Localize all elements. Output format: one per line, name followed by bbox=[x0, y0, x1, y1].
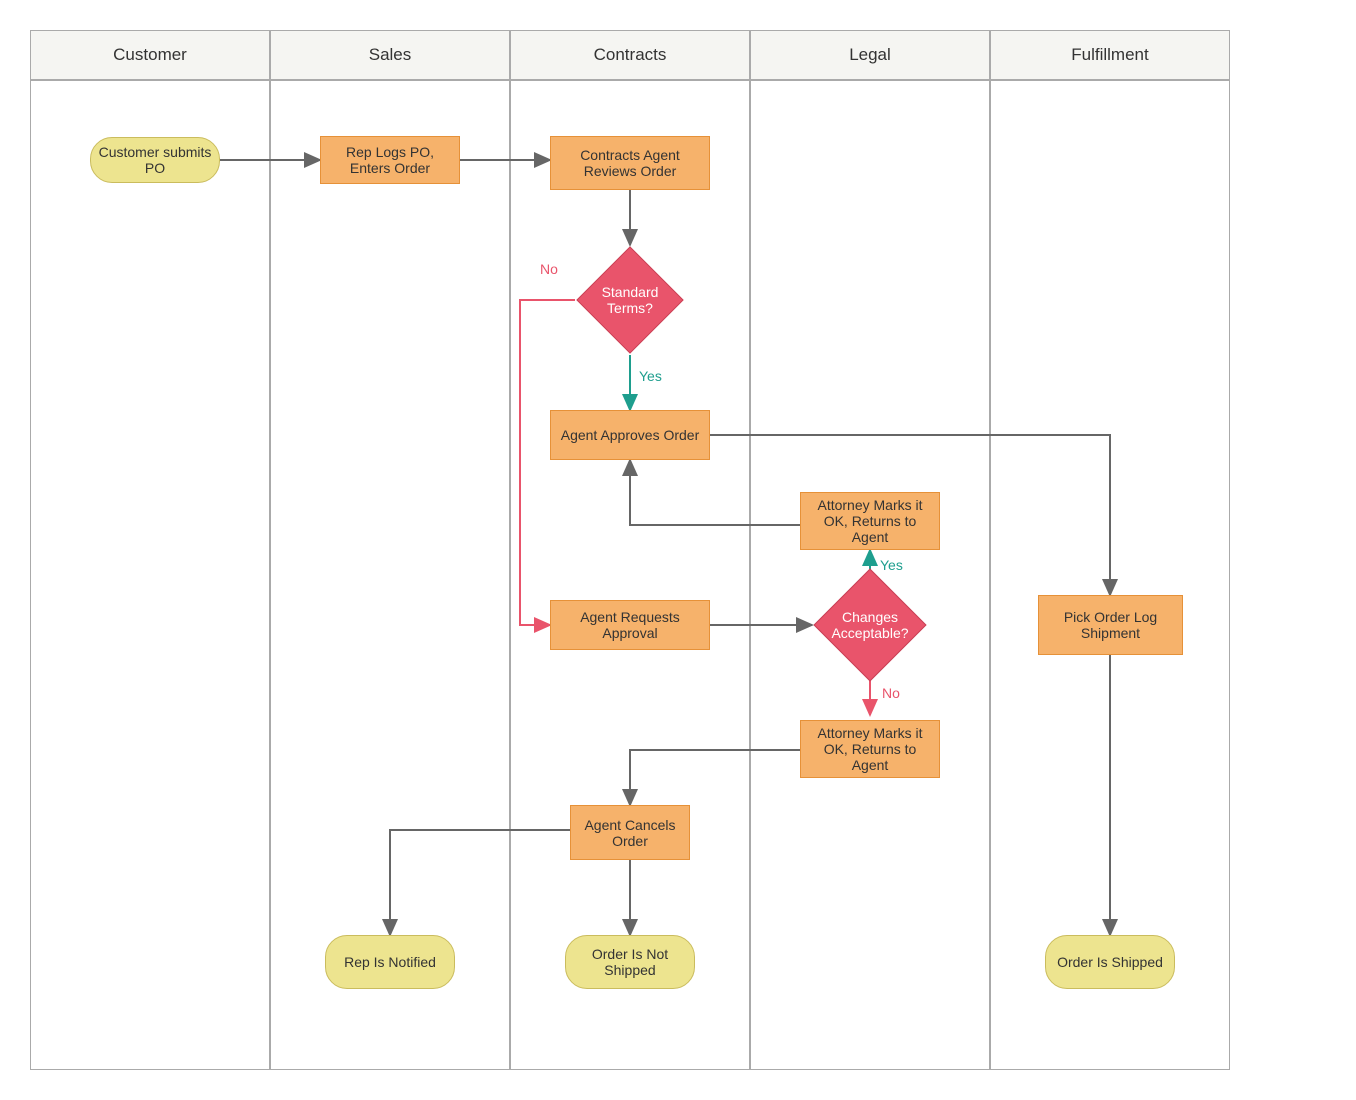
lane-header-label: Customer bbox=[113, 45, 187, 65]
node-label: Customer submits PO bbox=[97, 144, 213, 176]
node-agent-approves: Agent Approves Order bbox=[550, 410, 710, 460]
lane-header-sales: Sales bbox=[270, 30, 510, 80]
edge-label-no-changes: No bbox=[882, 685, 900, 701]
node-label: Changes Acceptable? bbox=[830, 609, 910, 641]
node-label: Agent Cancels Order bbox=[575, 817, 685, 849]
lane-header-label: Fulfillment bbox=[1071, 45, 1148, 65]
node-label: Attorney Marks it OK, Returns to Agent bbox=[805, 497, 935, 545]
node-rep-logs-po: Rep Logs PO, Enters Order bbox=[320, 136, 460, 184]
node-label: Standard Terms? bbox=[592, 284, 668, 316]
lane-header-label: Contracts bbox=[594, 45, 667, 65]
node-label: Order Is Not Shipped bbox=[572, 946, 688, 978]
node-label: Agent Approves Order bbox=[561, 427, 700, 443]
node-label: Rep Is Notified bbox=[344, 954, 436, 970]
lane-header-contracts: Contracts bbox=[510, 30, 750, 80]
swimlane-diagram: Customer Sales Contracts Legal Fulfillme… bbox=[30, 30, 1230, 1070]
node-label: Contracts Agent Reviews Order bbox=[555, 147, 705, 179]
edge-label-yes-changes: Yes bbox=[880, 557, 903, 573]
node-label: Rep Logs PO, Enters Order bbox=[325, 144, 455, 176]
node-attorney-ok-returns: Attorney Marks it OK, Returns to Agent bbox=[800, 492, 940, 550]
lane-header-label: Sales bbox=[369, 45, 412, 65]
lane-header-customer: Customer bbox=[30, 30, 270, 80]
node-agent-requests-approval: Agent Requests Approval bbox=[550, 600, 710, 650]
node-changes-acceptable: Changes Acceptable? bbox=[813, 568, 926, 681]
edge-label-no-standard-terms: No bbox=[540, 261, 558, 277]
node-agent-cancels: Agent Cancels Order bbox=[570, 805, 690, 860]
node-attorney-ok-returns-2: Attorney Marks it OK, Returns to Agent bbox=[800, 720, 940, 778]
lane-body-contracts bbox=[510, 80, 750, 1070]
node-label: Pick Order Log Shipment bbox=[1043, 609, 1178, 641]
node-rep-notified: Rep Is Notified bbox=[325, 935, 455, 989]
lane-body-fulfillment bbox=[990, 80, 1230, 1070]
node-label: Attorney Marks it OK, Returns to Agent bbox=[805, 725, 935, 773]
node-contracts-reviews: Contracts Agent Reviews Order bbox=[550, 136, 710, 190]
node-standard-terms: Standard Terms? bbox=[576, 246, 683, 353]
edge-label-yes-standard-terms: Yes bbox=[639, 368, 662, 384]
lane-header-fulfillment: Fulfillment bbox=[990, 30, 1230, 80]
node-order-shipped: Order Is Shipped bbox=[1045, 935, 1175, 989]
lane-header-legal: Legal bbox=[750, 30, 990, 80]
lane-body-customer bbox=[30, 80, 270, 1070]
lane-body-sales bbox=[270, 80, 510, 1070]
node-order-not-shipped: Order Is Not Shipped bbox=[565, 935, 695, 989]
node-customer-submits-po: Customer submits PO bbox=[90, 137, 220, 183]
node-pick-order: Pick Order Log Shipment bbox=[1038, 595, 1183, 655]
node-label: Order Is Shipped bbox=[1057, 954, 1163, 970]
node-label: Agent Requests Approval bbox=[555, 609, 705, 641]
lane-header-label: Legal bbox=[849, 45, 891, 65]
